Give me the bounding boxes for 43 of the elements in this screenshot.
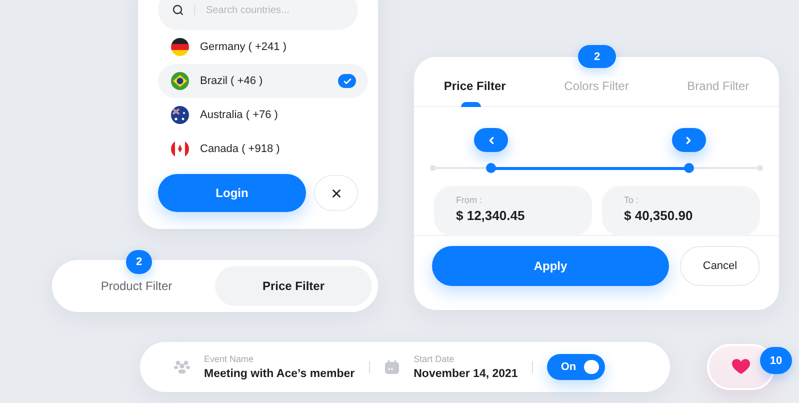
search-field[interactable]: Search countries... — [158, 0, 358, 30]
event-field-value: November 14, 2021 — [414, 368, 518, 380]
calendar-icon — [384, 359, 400, 375]
slider-thumb[interactable] — [684, 163, 694, 173]
apply-button[interactable]: Apply — [432, 246, 669, 286]
search-icon — [172, 4, 184, 16]
field-value: $ 12,340.45 — [456, 208, 526, 223]
flag-icon — [170, 71, 190, 91]
flag-icon — [170, 37, 190, 57]
country-label: Canada ( +918 ) — [200, 143, 281, 155]
flag-icon — [170, 139, 190, 159]
country-option[interactable]: Germany ( +241 ) — [158, 30, 368, 64]
country-label: Germany ( +241 ) — [200, 41, 288, 53]
slider-thumb[interactable] — [486, 163, 496, 173]
event-field-value: Meeting with Ace’s member — [204, 368, 355, 380]
field-label: From : — [456, 195, 483, 205]
event-field-label: Event Name — [204, 354, 255, 364]
flag-icon — [170, 105, 190, 125]
heart-icon — [732, 359, 750, 375]
field-label: To : — [624, 195, 640, 205]
country-label: Australia ( +76 ) — [200, 109, 279, 121]
close-button[interactable] — [314, 175, 358, 211]
cancel-button[interactable]: Cancel — [680, 246, 760, 286]
filter-tab[interactable]: Price Filter — [414, 57, 536, 106]
country-option[interactable]: Australia ( +76 ) — [158, 98, 368, 132]
count-badge: 2 — [578, 45, 616, 68]
slider-handle[interactable] — [672, 128, 706, 152]
on-toggle[interactable]: On — [546, 354, 605, 380]
slider-handle[interactable] — [474, 128, 508, 152]
country-option[interactable]: Brazil ( +46 ) — [158, 64, 368, 98]
check-icon — [338, 74, 356, 88]
login-button[interactable]: Login — [158, 174, 306, 212]
count-badge: 2 — [126, 250, 152, 274]
country-label: Brazil ( +46 ) — [200, 75, 264, 87]
people-icon — [174, 360, 190, 374]
field-value: $ 40,350.90 — [624, 208, 694, 223]
close-icon — [330, 186, 342, 200]
count-badge: 10 — [760, 347, 792, 374]
price-field[interactable]: To : $ 40,350.90 — [602, 186, 760, 236]
filter-segment[interactable]: Price Filter — [215, 266, 372, 306]
country-option[interactable]: Canada ( +918 ) — [158, 132, 368, 166]
price-field[interactable]: From : $ 12,340.45 — [434, 186, 592, 236]
event-field-label: Start Date — [414, 354, 456, 364]
